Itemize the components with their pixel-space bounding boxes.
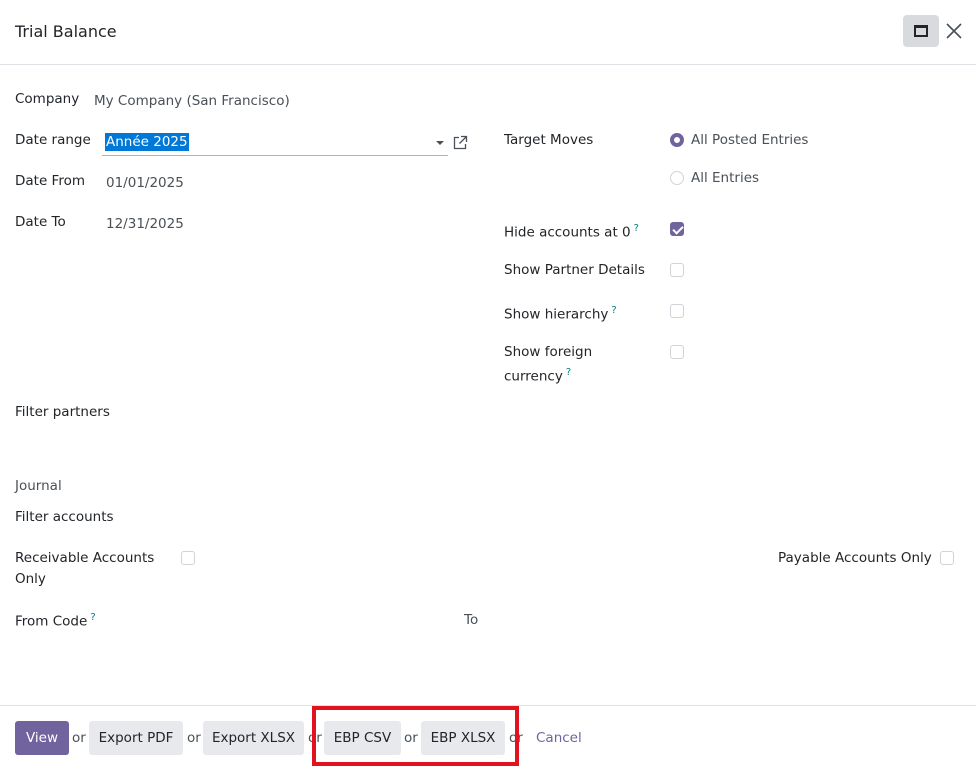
date-from-field[interactable]: 01/01/2025 bbox=[106, 173, 184, 193]
separator-text: or bbox=[72, 730, 86, 746]
show-foreign-currency-label: Show foreign currency? bbox=[504, 344, 593, 385]
cancel-link[interactable]: Cancel bbox=[536, 729, 582, 747]
export-xlsx-button[interactable]: Export XLSX bbox=[203, 721, 304, 755]
show-hierarchy-label: Show hierarchy? bbox=[504, 305, 617, 323]
show-hierarchy-checkbox[interactable] bbox=[670, 304, 684, 318]
company-value: My Company (San Francisco) bbox=[94, 93, 290, 109]
company-label: Company bbox=[15, 91, 80, 107]
export-pdf-button[interactable]: Export PDF bbox=[89, 721, 183, 755]
radio-all-posted[interactable] bbox=[670, 133, 684, 147]
maximize-button[interactable] bbox=[903, 15, 939, 47]
help-icon[interactable]: ? bbox=[566, 367, 571, 378]
radio-all-posted-label[interactable]: All Posted Entries bbox=[691, 130, 808, 150]
target-moves-label: Target Moves bbox=[504, 132, 594, 148]
close-icon[interactable] bbox=[944, 21, 964, 41]
show-foreign-currency-checkbox[interactable] bbox=[670, 345, 684, 359]
dialog-title: Trial Balance bbox=[15, 22, 117, 41]
highlight-box bbox=[312, 706, 519, 766]
date-to-field[interactable]: 12/31/2025 bbox=[106, 214, 184, 234]
external-link-icon[interactable] bbox=[452, 135, 468, 151]
help-icon[interactable]: ? bbox=[611, 305, 616, 316]
hide-accounts-label: Hide accounts at 0? bbox=[504, 223, 639, 241]
receivable-only-checkbox[interactable] bbox=[181, 551, 195, 565]
date-to-label: Date To bbox=[15, 214, 66, 230]
hide-accounts-checkbox[interactable] bbox=[670, 222, 684, 236]
separator-text: or bbox=[187, 730, 201, 746]
date-range-label: Date range bbox=[15, 132, 91, 148]
journal-label: Journal bbox=[15, 478, 62, 494]
radio-all-entries-label[interactable]: All Entries bbox=[691, 168, 759, 188]
chevron-down-icon bbox=[436, 141, 444, 145]
filter-partners-label: Filter partners bbox=[15, 404, 110, 420]
receivable-only-label: Receivable Accounts Only bbox=[15, 550, 155, 587]
help-icon[interactable]: ? bbox=[634, 223, 639, 234]
filter-accounts-label: Filter accounts bbox=[15, 509, 114, 525]
show-partner-details-label: Show Partner Details bbox=[504, 262, 645, 278]
payable-only-label: Payable Accounts Only bbox=[778, 550, 932, 566]
dialog-header: Trial Balance bbox=[0, 0, 976, 65]
to-code-label: To bbox=[464, 612, 479, 628]
maximize-icon bbox=[914, 25, 928, 37]
payable-only-checkbox[interactable] bbox=[940, 551, 954, 565]
date-range-value: Année 2025 bbox=[105, 133, 189, 151]
date-range-select[interactable]: Année 2025 bbox=[102, 130, 448, 156]
from-code-label: From Code? bbox=[15, 612, 96, 630]
show-partner-details-checkbox[interactable] bbox=[670, 263, 684, 277]
radio-all-entries[interactable] bbox=[670, 171, 684, 185]
help-icon[interactable]: ? bbox=[90, 612, 95, 623]
view-button[interactable]: View bbox=[15, 721, 69, 755]
date-from-label: Date From bbox=[15, 173, 86, 189]
